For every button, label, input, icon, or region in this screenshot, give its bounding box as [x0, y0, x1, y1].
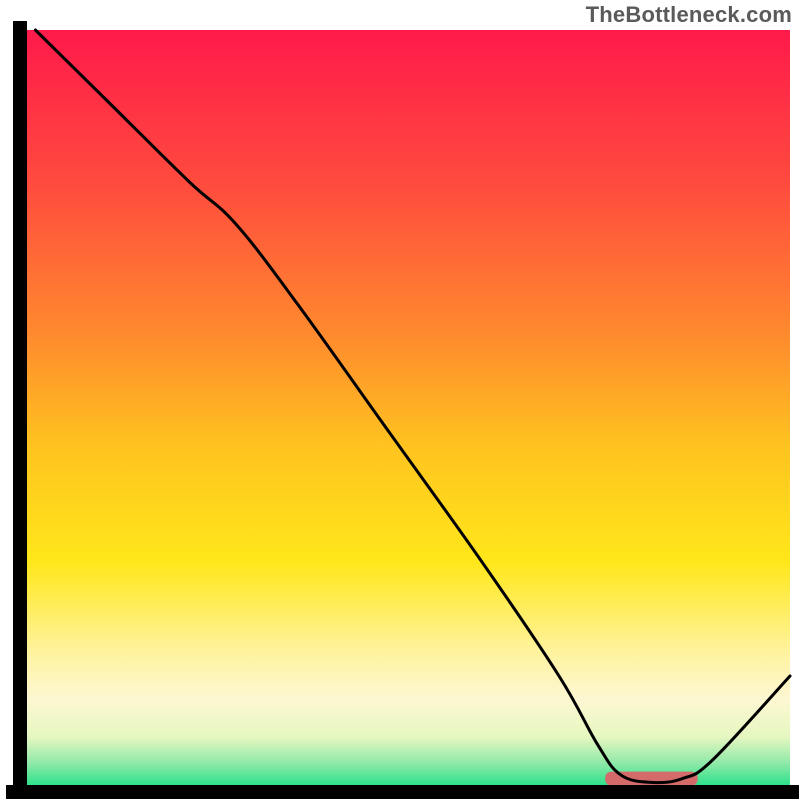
chart-container: TheBottleneck.com	[0, 0, 800, 800]
bottleneck-chart	[0, 0, 800, 800]
gradient-background	[20, 30, 790, 790]
plot-area	[20, 30, 790, 790]
